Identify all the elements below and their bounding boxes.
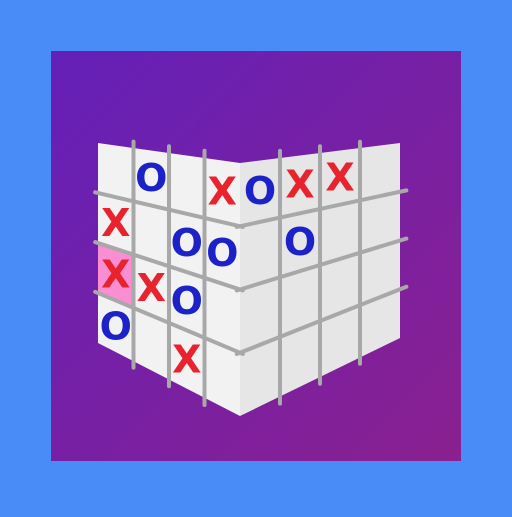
left-face-cell-2-1[interactable]: X (136, 260, 166, 317)
right-face-cell-1-0[interactable] (243, 223, 277, 283)
right-face-cell-0-0[interactable]: O (243, 163, 277, 220)
left-face-cell-1-0[interactable]: X (101, 198, 131, 250)
left-face-cell-0-1[interactable]: O (135, 153, 167, 205)
left-face-cell-0-2[interactable] (172, 158, 202, 213)
left-face-cell-0-0[interactable] (101, 147, 131, 196)
tic-tac-toe-cube-scene: O XX O OX X OOX O X XO (51, 51, 461, 461)
right-face-cell-0-2[interactable]: X (323, 153, 357, 204)
x-mark: X (172, 337, 201, 381)
o-mark: O (135, 156, 167, 200)
left-face-cell-0-3[interactable]: X (207, 163, 237, 220)
right-face-cell-area[interactable] (243, 223, 277, 283)
x-mark: X (325, 156, 354, 200)
o-mark: O (284, 220, 316, 264)
left-face-cell-1-2[interactable]: O (171, 215, 203, 272)
left-face-cell-area[interactable] (136, 206, 166, 261)
o-mark: O (100, 304, 132, 348)
o-mark: O (206, 231, 238, 275)
game-stage: OXXOOXXOOX OXXO (0, 0, 512, 512)
left-face-cell-area[interactable] (101, 147, 131, 196)
left-face-cell-1-1[interactable] (136, 206, 166, 261)
o-mark: O (244, 169, 276, 213)
o-mark: O (171, 279, 203, 323)
x-mark: X (137, 266, 166, 310)
x-mark: X (208, 169, 237, 213)
x-mark: X (101, 253, 130, 297)
o-mark: O (171, 221, 203, 265)
x-mark: X (285, 162, 314, 206)
x-mark: X (101, 201, 130, 245)
right-face-cell-0-1[interactable]: X (283, 158, 317, 212)
right-face-cell-1-1[interactable]: O (283, 214, 317, 271)
left-face-cell-1-3[interactable]: O (206, 223, 238, 283)
left-face-cell-area[interactable] (172, 158, 202, 213)
right-face-cell-area[interactable] (363, 147, 397, 195)
left-face-cell-2-2[interactable]: O (171, 272, 203, 332)
right-face-cell-0-3[interactable] (363, 147, 397, 195)
